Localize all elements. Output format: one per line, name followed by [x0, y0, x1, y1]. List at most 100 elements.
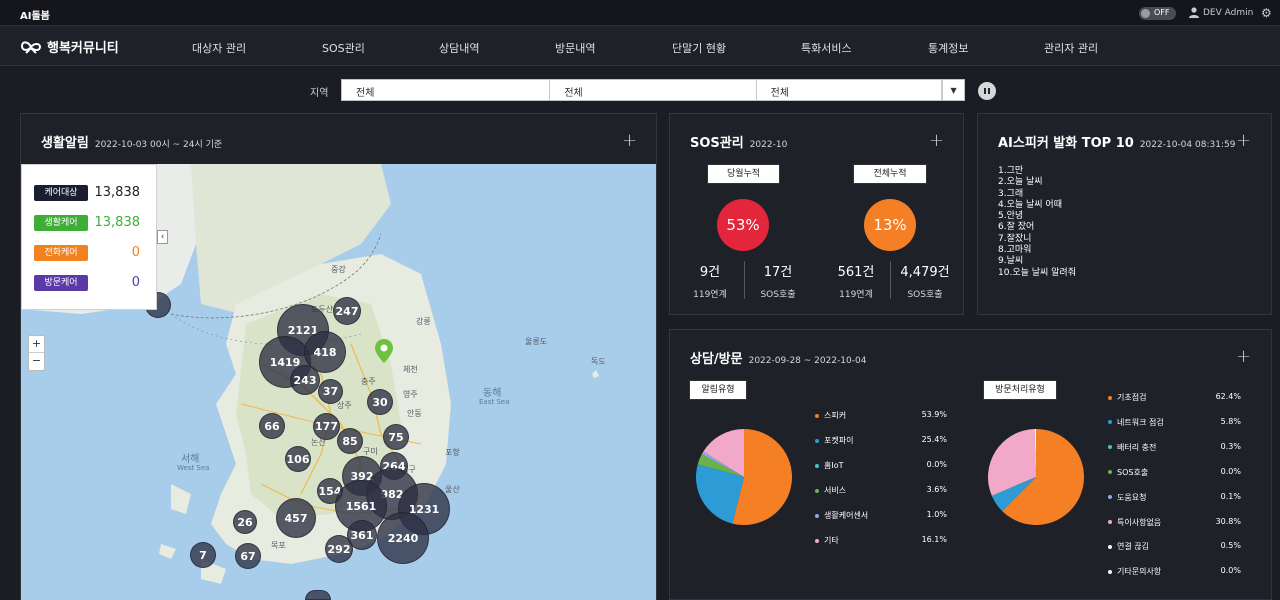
- legend-item: 기타문의사항: [1108, 566, 1161, 577]
- legend-percent: 3.6%: [926, 485, 947, 494]
- map-cluster[interactable]: 75: [383, 424, 409, 450]
- zoom-in-button[interactable]: +: [29, 336, 44, 353]
- map-label-place: 중강: [331, 265, 346, 274]
- pause-button[interactable]: [978, 82, 996, 100]
- map-cluster[interactable]: 37: [318, 379, 343, 404]
- map-cluster[interactable]: 7: [190, 542, 216, 568]
- zoom-out-button[interactable]: −: [29, 353, 44, 370]
- visit-type-button[interactable]: 방문처리유형: [983, 380, 1057, 400]
- legend-value: 0: [131, 275, 140, 290]
- sos-plus-icon[interactable]: +: [929, 132, 944, 150]
- list-item: 5.안녕: [998, 211, 1024, 222]
- map-cluster[interactable]: [305, 590, 331, 600]
- map-cluster[interactable]: 177: [313, 413, 340, 440]
- consult-plus-icon[interactable]: +: [1236, 348, 1251, 366]
- map-cluster[interactable]: 2240: [377, 512, 429, 564]
- map-cluster[interactable]: 247: [333, 297, 361, 325]
- region-filter: 지역 전체 전체 전체 ▼: [0, 66, 1280, 112]
- nav-consult[interactable]: 상담내역: [439, 40, 479, 56]
- monthly-119-label: 119연계: [693, 290, 727, 300]
- region-label: 지역: [310, 88, 329, 99]
- map-cluster[interactable]: 457: [276, 498, 316, 538]
- legend-label: 배터리 충전: [1117, 442, 1157, 452]
- legend-label: 도움요청: [1117, 492, 1147, 502]
- top10-plus-icon[interactable]: +: [1236, 132, 1251, 150]
- map-cluster[interactable]: 67: [235, 543, 261, 569]
- map-label-sea: West Sea: [177, 464, 210, 472]
- map-cluster[interactable]: 66: [259, 413, 285, 439]
- nav-admin[interactable]: 관리자 관리: [1044, 40, 1098, 56]
- total-119-label: 119연계: [839, 290, 873, 300]
- region-select-3[interactable]: 전체: [757, 80, 943, 100]
- map-label-place: 안동: [407, 409, 422, 418]
- legend-label: 서비스: [824, 486, 847, 495]
- life-alert-title: 생활알림 2022-10-03 00시 ~ 24시 기준: [41, 132, 222, 151]
- map-cluster[interactable]: 243: [290, 365, 320, 395]
- legend-dot: [815, 513, 819, 518]
- legend-item: 도움요청: [1108, 492, 1146, 503]
- gear-icon[interactable]: ⚙: [1261, 6, 1272, 20]
- map-label-place: 포항: [445, 448, 460, 457]
- map-label-sea: East Sea: [479, 398, 510, 406]
- map-cluster[interactable]: 30: [367, 389, 393, 415]
- user-icon: [1189, 7, 1199, 18]
- map-cluster[interactable]: 292: [325, 535, 353, 563]
- map-label-place: 상주: [337, 401, 352, 410]
- legend-item: 배터리 충전: [1108, 442, 1156, 453]
- legend-dot: [815, 413, 819, 418]
- chevron-down-icon[interactable]: ▼: [942, 80, 964, 100]
- legend-row-phone: 전화케어 0: [34, 245, 154, 261]
- legend-dot: [1108, 420, 1112, 425]
- map-cluster[interactable]: 85: [337, 428, 363, 454]
- nav-device[interactable]: 단말기 현황: [672, 40, 726, 56]
- nav-special[interactable]: 특화서비스: [801, 40, 852, 56]
- life-alert-plus-icon[interactable]: +: [622, 132, 637, 150]
- logo[interactable]: 행복커뮤니티: [20, 37, 119, 56]
- nav-subject[interactable]: 대상자 관리: [192, 40, 246, 56]
- legend-label: 연결 끊김: [1117, 542, 1149, 552]
- legend-percent: 0.0%: [926, 460, 947, 469]
- monthly-sos-count: 17건: [763, 265, 793, 280]
- list-item: 4.오늘 날씨 어때: [998, 199, 1062, 210]
- nav-stats[interactable]: 통계정보: [928, 40, 968, 56]
- total-sos-label: SOS호출: [907, 290, 943, 300]
- list-item: 9.날씨: [998, 256, 1024, 267]
- legend-dot: [1108, 395, 1112, 400]
- consult-date: 2022-09-28 ~ 2022-10-04: [748, 356, 867, 366]
- legend-item: 서비스: [815, 485, 846, 496]
- monthly-button[interactable]: 당월누적: [707, 164, 780, 184]
- map-cluster[interactable]: 106: [285, 446, 311, 472]
- logo-icon: [20, 40, 42, 54]
- map-label-place: 울산: [445, 485, 460, 494]
- nav-visit[interactable]: 방문내역: [555, 40, 595, 56]
- life-alert-title-text: 생활알림: [41, 136, 89, 151]
- map-cluster[interactable]: 26: [233, 510, 257, 534]
- legend-dot: [1108, 470, 1112, 475]
- list-item: 6.잘 잤어: [998, 222, 1035, 233]
- ai-toggle[interactable]: OFF: [1139, 7, 1176, 20]
- legend-dot: [1108, 445, 1112, 450]
- region-select-1[interactable]: 전체: [342, 80, 551, 100]
- chevron-left-icon[interactable]: ‹: [157, 230, 168, 244]
- legend-dot: [1108, 495, 1112, 500]
- legend-item: 연결 끊김: [1108, 541, 1149, 552]
- legend-label: 기타문의사항: [1117, 567, 1162, 577]
- legend-label: 스피커: [824, 411, 847, 420]
- alarm-type-button[interactable]: 알림유형: [689, 380, 747, 400]
- map-pin-icon[interactable]: [375, 339, 393, 363]
- region-select-2[interactable]: 전체: [550, 80, 757, 100]
- legend-item: 네트워크 점검: [1108, 417, 1164, 428]
- visit-type-pie: [988, 429, 1084, 525]
- legend-item: 기초점검: [1108, 392, 1146, 403]
- region-select[interactable]: 전체 전체 전체 ▼: [341, 79, 965, 101]
- nav-sos[interactable]: SOS관리: [322, 40, 365, 56]
- user-name[interactable]: DEV Admin: [1203, 8, 1253, 18]
- legend-dot: [815, 463, 819, 468]
- total-button[interactable]: 전체누적: [853, 164, 927, 184]
- monthly-119-count: 9건: [699, 265, 721, 280]
- legend-tag: 케어대상: [34, 185, 88, 201]
- legend-item: 포켓파이: [815, 435, 853, 446]
- legend-label: 특이사항없음: [1117, 517, 1162, 527]
- legend-dot: [815, 488, 819, 493]
- legend-label: 기타: [824, 536, 839, 545]
